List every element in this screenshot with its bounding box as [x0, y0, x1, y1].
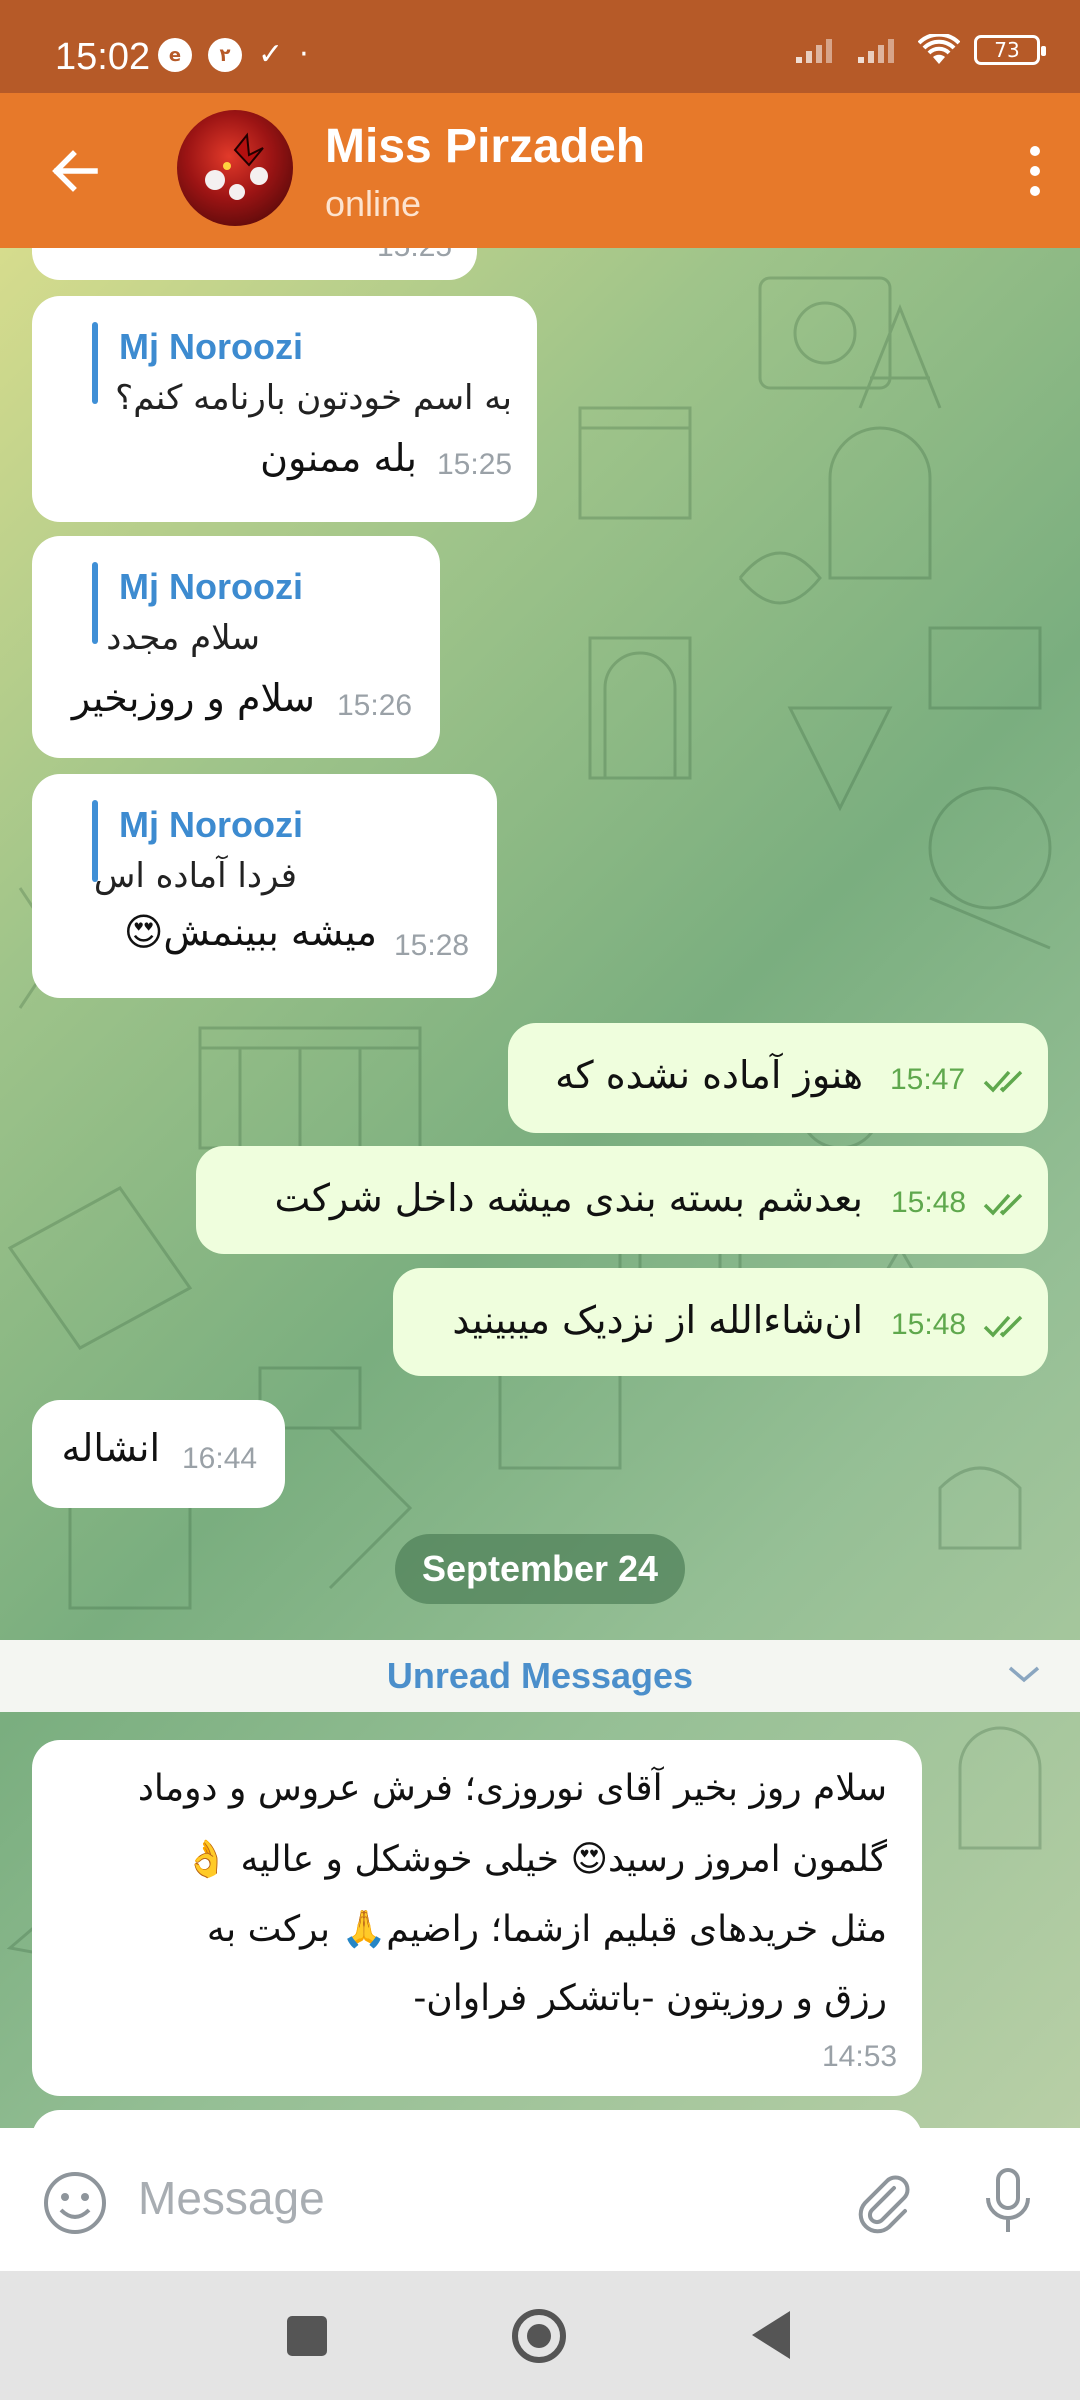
message-composer [0, 2128, 1080, 2271]
message-bubble-outgoing[interactable]: هنوز آماده نشده که 15:47 [508, 1023, 1048, 1133]
status-system-icons: 73 [794, 34, 1046, 66]
message-text: ان‌شاءالله از نزدیک میبینید [452, 1298, 863, 1342]
message-text-line: رزق و روزیتون -باتشکر فراوان- [413, 1978, 887, 2019]
message-bubble[interactable]: سلام روز بخیر آقای نوروزی؛ فرش عروس و دو… [32, 1740, 922, 2096]
reply-sender-name[interactable]: Mj Noroozi [119, 804, 303, 846]
home-icon[interactable] [512, 2309, 566, 2363]
message-text: هنوز آماده نشده که [555, 1053, 863, 1097]
chat-header: Miss Pirzadeh online [0, 93, 1080, 248]
message-bubble[interactable] [32, 2110, 922, 2128]
battery-icon: 73 [974, 35, 1046, 65]
wifi-icon [918, 34, 960, 64]
message-time: 15:47 [890, 1063, 966, 1096]
message-time: 15:48 [891, 1186, 967, 1219]
status-time: 15:02 [55, 36, 151, 78]
message-input[interactable] [138, 2168, 698, 2228]
signal-2-icon [858, 39, 894, 63]
message-bubble[interactable]: Mj Noroozi سلام مجدد سلام و روزبخیر 15:2… [32, 536, 440, 758]
message-bubble[interactable]: انشاله 16:44 [32, 1400, 285, 1508]
message-time: 15:25 [437, 448, 513, 481]
message-text: بعدشم بسته بندی میشه داخل شرکت [274, 1176, 863, 1220]
system-navigation-bar [0, 2271, 1080, 2400]
read-double-check-icon [983, 1193, 1023, 1216]
message-time: 15:25 [377, 248, 452, 264]
message-time: 16:44 [182, 1442, 258, 1475]
reply-sender-name[interactable]: Mj Noroozi [119, 326, 303, 368]
reply-quote-bar [92, 322, 98, 404]
read-double-check-icon [983, 1070, 1023, 1093]
message-text: میشه ببینمش😍 [123, 910, 377, 954]
reply-quote-text[interactable]: فردا آماده اس [94, 856, 297, 896]
message-text: انشاله [61, 1426, 160, 1470]
microphone-icon[interactable] [978, 2166, 1038, 2236]
chat-status: online [325, 183, 422, 224]
more-notifications-dot-icon: · [299, 37, 309, 72]
reply-quote-text[interactable]: به اسم خودتون بارنامه کنم؟ [115, 378, 512, 418]
reply-quote-bar [92, 562, 98, 644]
arrow-left-icon[interactable] [45, 141, 105, 201]
signal-icon [796, 39, 832, 63]
avatar[interactable] [177, 110, 293, 226]
status-bar: 15:02 e ٢ ✓ · 73 [0, 0, 1080, 93]
unread-label: Unread Messages [386, 1655, 694, 1696]
message-bubble[interactable]: Mj Noroozi فردا آماده اس میشه ببینمش😍 15… [32, 774, 497, 998]
message-text-line: سلام روز بخیر آقای نوروزی؛ فرش عروس و دو… [137, 1768, 887, 1809]
recent-apps-icon[interactable] [287, 2316, 327, 2356]
message-bubble-outgoing[interactable]: ان‌شاءالله از نزدیک میبینید 15:48 [393, 1268, 1048, 1376]
message-text: بله ممنون [260, 436, 417, 480]
check-notification-icon: ✓ [258, 37, 284, 72]
back-triangle-icon[interactable] [752, 2311, 790, 2359]
more-vertical-icon[interactable] [1020, 141, 1050, 201]
read-double-check-icon [983, 1315, 1023, 1338]
message-text-line: گلمون امروز رسید😍 خیلی خوشکل و عالیه 👌 [184, 1839, 887, 1880]
message-time: 14:53 [822, 2040, 898, 2073]
chat-title[interactable]: Miss Pirzadeh [325, 119, 645, 174]
reply-sender-name[interactable]: Mj Noroozi [119, 566, 303, 608]
message-time: 15:28 [394, 929, 470, 962]
message-time: 15:26 [337, 689, 413, 722]
paperclip-icon[interactable] [850, 2168, 916, 2234]
message-bubble[interactable]: Mj Noroozi به اسم خودتون بارنامه کنم؟ بل… [32, 296, 537, 522]
chevron-down-icon[interactable] [1006, 1662, 1042, 1686]
message-time: 15:48 [891, 1308, 967, 1341]
message-bubble-outgoing[interactable]: بعدشم بسته بندی میشه داخل شرکت 15:48 [196, 1146, 1048, 1254]
message-text: سلام و روزبخیر [71, 676, 315, 720]
reply-quote-text[interactable]: سلام مجدد [106, 618, 260, 658]
status-notification-icons: e ٢ ✓ · [158, 38, 309, 72]
message-text-line: مثل خریدهای قبلیم ازشما؛ راضیم🙏 برکت به [206, 1909, 887, 1950]
app-notification-icon: e [158, 38, 192, 72]
unread-messages-divider: Unread Messages [0, 1640, 1080, 1712]
chat-messages-area[interactable]: 15:25 Mj Noroozi به اسم خودتون بارنامه ک… [0, 248, 1080, 2128]
emoji-icon[interactable] [42, 2170, 108, 2236]
count-badge: ٢ [208, 38, 242, 72]
date-separator: September 24 [395, 1534, 685, 1604]
message-bubble[interactable]: 15:25 [32, 248, 477, 280]
